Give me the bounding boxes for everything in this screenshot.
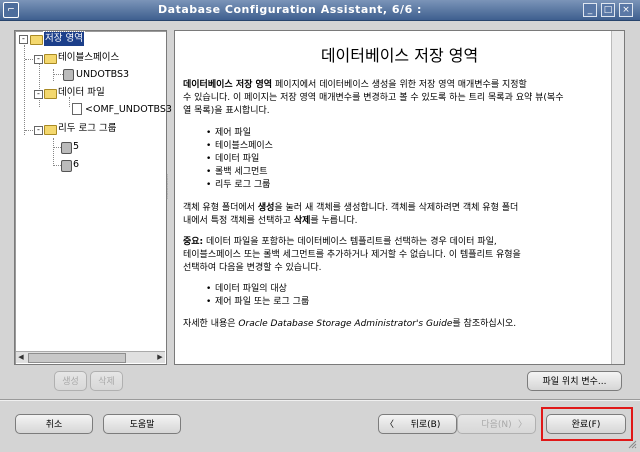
paragraph-text: 객체 유형 폴더에서 bbox=[183, 203, 258, 213]
tree-expander[interactable]: - bbox=[34, 126, 43, 135]
tree-item-omf-undotbs3[interactable]: <OMF_UNDOTBS3 bbox=[85, 103, 172, 117]
redo-group-icon bbox=[61, 142, 72, 154]
tree-item-tablespaces[interactable]: 테이블스페이스 bbox=[58, 51, 119, 65]
tree-item-storage[interactable]: 저장 영역 bbox=[43, 31, 85, 47]
tree-expander[interactable]: - bbox=[34, 90, 43, 99]
tree-connector bbox=[53, 74, 63, 75]
create-button[interactable]: 생성 bbox=[54, 371, 87, 391]
next-button-label: 다음(N) bbox=[481, 420, 512, 430]
folder-icon bbox=[44, 125, 57, 135]
list-item: 테이블스페이스 bbox=[206, 140, 602, 153]
changeable-list: 데이터 파일의 대상 제어 파일 또는 로그 그룹 bbox=[206, 283, 602, 309]
page-title: 데이터베이스 저장 영역 bbox=[320, 46, 479, 65]
help-button[interactable]: 도움말 bbox=[103, 414, 181, 434]
paragraph-bold: 삭제 bbox=[293, 216, 311, 226]
guide-title: Oracle Database Storage Administrator's … bbox=[238, 319, 453, 329]
paragraph-text: 데이터 파일을 포함하는 데이터베이스 템플리트를 선택하는 경우 데이터 파일… bbox=[203, 237, 497, 247]
minimize-button[interactable]: _ bbox=[583, 3, 597, 17]
tree-item-redo-6[interactable]: 6 bbox=[73, 158, 79, 172]
maximize-button[interactable]: □ bbox=[601, 3, 615, 17]
title-bar: ⌐ Database Configuration Assistant, 6/6 … bbox=[0, 0, 640, 21]
intro-text: 수 있습니다. 이 페이지는 저장 영역 매개변수를 변경하고 볼 수 있도록 … bbox=[183, 93, 564, 103]
intro-bold-term: 데이터베이스 저장 영역 bbox=[183, 80, 273, 90]
file-location-variables-button[interactable]: 파일 위치 변수... bbox=[527, 371, 622, 391]
intro-text: 페이지에서 데이터베이스 생성을 위한 저장 영역 매개변수를 지정할 bbox=[272, 80, 527, 90]
delete-button[interactable]: 삭제 bbox=[90, 371, 123, 391]
list-item: 데이터 파일 bbox=[206, 153, 602, 166]
folder-icon bbox=[44, 54, 57, 64]
paragraph-text: 선택하여 다음을 변경할 수 있습니다. bbox=[183, 263, 322, 273]
list-item: 데이터 파일의 대상 bbox=[206, 283, 602, 296]
window-title: Database Configuration Assistant, 6/6 : bbox=[158, 3, 422, 16]
tree-item-redo-groups[interactable]: 리두 로그 그룹 bbox=[58, 122, 116, 136]
resize-grip-icon[interactable] bbox=[628, 440, 637, 449]
tree-item-datafiles[interactable]: 데이터 파일 bbox=[58, 86, 105, 100]
content-vertical-scrollbar[interactable] bbox=[611, 31, 624, 364]
back-button[interactable]: 〈 뒤로(B) bbox=[378, 414, 457, 434]
tree-connector bbox=[53, 138, 54, 166]
create-delete-paragraph: 객체 유형 폴더에서 생성을 눌러 새 객체를 생성합니다. 객체를 삭제하려면… bbox=[183, 202, 602, 228]
folder-icon bbox=[44, 89, 57, 99]
scroll-right-icon[interactable]: ▶ bbox=[155, 352, 165, 362]
paragraph-bold: 생성 bbox=[257, 203, 275, 213]
tree-item-redo-5[interactable]: 5 bbox=[73, 140, 79, 154]
tree-expander[interactable]: - bbox=[19, 35, 28, 44]
reference-paragraph: 자세한 내용은 Oracle Database Storage Administ… bbox=[183, 318, 602, 331]
tree-connector bbox=[53, 69, 54, 81]
tree-horizontal-scrollbar[interactable]: ◀ ▶ bbox=[16, 351, 165, 363]
highlight-box bbox=[541, 407, 633, 441]
redo-group-icon bbox=[61, 160, 72, 172]
paragraph-text: 내에서 특정 객체를 선택하고 bbox=[183, 216, 294, 226]
chevron-right-icon: 〉 bbox=[517, 420, 527, 430]
list-item: 롤백 세그먼트 bbox=[206, 166, 602, 179]
dbca-window: ⌐ Database Configuration Assistant, 6/6 … bbox=[0, 0, 640, 452]
tree-expander[interactable]: - bbox=[34, 55, 43, 64]
list-item: 리두 로그 그룹 bbox=[206, 179, 602, 192]
tree-connector bbox=[39, 61, 40, 107]
important-paragraph: 중요: 데이터 파일을 포함하는 데이터베이스 템플리트를 선택하는 경우 데이… bbox=[183, 236, 602, 275]
list-item: 제어 파일 또는 로그 그룹 bbox=[206, 296, 602, 309]
intro-paragraph: 데이터베이스 저장 영역 페이지에서 데이터베이스 생성을 위한 저장 영역 매… bbox=[183, 79, 602, 118]
cancel-button[interactable]: 취소 bbox=[15, 414, 93, 434]
help-content-panel: 데이터베이스 저장 영역 데이터베이스 저장 영역 페이지에서 데이터베이스 생… bbox=[174, 30, 625, 365]
paragraph-text: 를 참조하십시오. bbox=[452, 319, 517, 329]
paragraph-text: 을 눌러 새 객체를 생성합니다. 객체를 삭제하려면 객체 유형 폴더 bbox=[274, 203, 519, 213]
tree-connector bbox=[53, 165, 61, 166]
tree-connector bbox=[53, 147, 61, 148]
paragraph-bold: 중요: bbox=[183, 237, 204, 247]
object-type-list: 제어 파일 테이블스페이스 데이터 파일 롤백 세그먼트 리두 로그 그룹 bbox=[206, 127, 602, 192]
chevron-left-icon: 〈 bbox=[385, 420, 395, 430]
paragraph-text: 자세한 내용은 bbox=[183, 319, 239, 329]
folder-icon bbox=[30, 35, 43, 45]
scroll-thumb[interactable] bbox=[28, 353, 126, 363]
back-button-label: 뒤로(B) bbox=[410, 420, 441, 430]
storage-tree[interactable]: - 저장 영역 - 테이블스페이스 UNDOTBS3 - 데이터 파일 <OMF… bbox=[14, 30, 172, 365]
close-button[interactable]: × bbox=[619, 3, 633, 17]
paragraph-text: 를 누릅니다. bbox=[310, 216, 358, 226]
next-button[interactable]: 다음(N) 〉 bbox=[457, 414, 536, 434]
datafile-icon bbox=[72, 103, 82, 115]
scroll-left-icon[interactable]: ◀ bbox=[16, 352, 26, 362]
panel-splitter[interactable]: ⁞ ⁞ ⁞ ⁞ ⁞ bbox=[166, 174, 170, 201]
paragraph-text: 테이블스페이스 또는 롤백 세그먼트를 추가하거나 제거할 수 없습니다. 이 … bbox=[183, 250, 521, 260]
intro-text: 열 목록)을 표시합니다. bbox=[183, 106, 270, 116]
tablespace-icon bbox=[63, 69, 74, 81]
tree-item-undotbs3[interactable]: UNDOTBS3 bbox=[76, 68, 129, 82]
list-item: 제어 파일 bbox=[206, 127, 602, 140]
separator bbox=[0, 399, 640, 401]
